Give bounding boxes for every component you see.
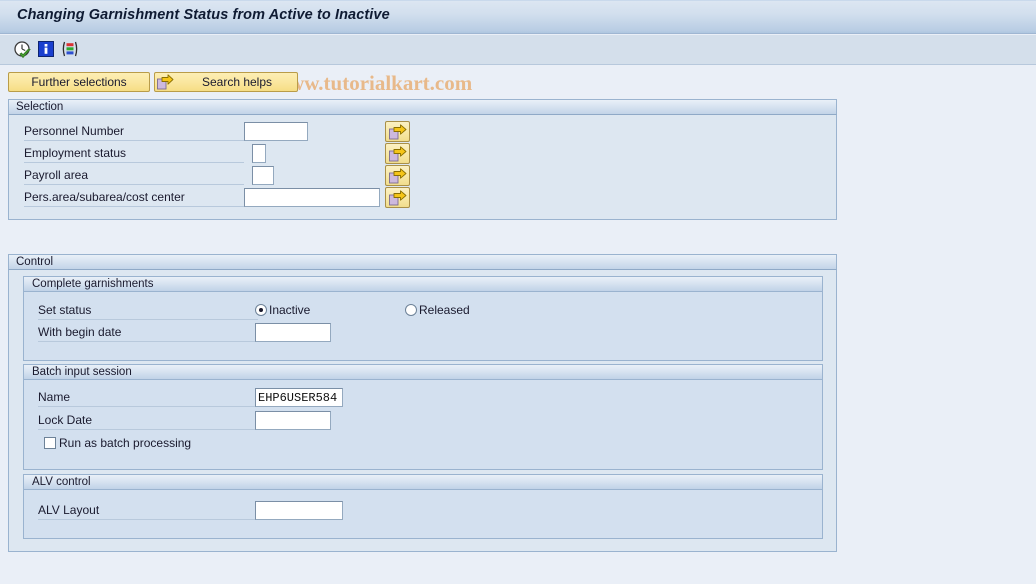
- radio-inactive-label: Inactive: [269, 303, 311, 317]
- run-as-batch-processing-box: [44, 437, 56, 449]
- batch-name-input[interactable]: [255, 388, 343, 407]
- employment-status-multi-select-button[interactable]: [385, 143, 410, 164]
- payroll-area-multi-select-button[interactable]: [385, 165, 410, 186]
- personnel-number-input[interactable]: [244, 122, 308, 141]
- search-helps-arrow-icon: [157, 74, 174, 90]
- page-title: Changing Garnishment Status from Active …: [17, 7, 390, 23]
- alv-layout-input[interactable]: [255, 501, 343, 520]
- alv-layout-label: ALV Layout: [38, 503, 258, 520]
- complete-garnishments-title: Complete garnishments: [23, 276, 823, 292]
- lock-date-input[interactable]: [255, 411, 331, 430]
- set-status-label: Set status: [38, 303, 258, 320]
- run-as-batch-processing-label: Run as batch processing: [59, 436, 192, 450]
- payroll-area-input[interactable]: [252, 166, 274, 185]
- personnel-number-label: Personnel Number: [24, 124, 244, 141]
- alv-control-group: ALV control ALV Layout: [23, 474, 823, 539]
- radio-released-dot: [405, 304, 417, 316]
- pers-area-subarea-cost-center-label: Pers.area/subarea/cost center: [24, 190, 244, 207]
- title-bar: Changing Garnishment Status from Active …: [0, 0, 1036, 34]
- radio-inactive[interactable]: Inactive: [255, 303, 310, 317]
- batch-input-session-group: Batch input session Name Lock Date Run a…: [23, 364, 823, 470]
- layout-list-icon[interactable]: [60, 40, 80, 60]
- personnel-number-multi-select-button[interactable]: [385, 121, 410, 142]
- radio-inactive-dot: [255, 304, 267, 316]
- selection-panel: Selection Personnel Number Employment st…: [8, 99, 837, 220]
- employment-status-label: Employment status: [24, 146, 244, 163]
- execute-clock-icon[interactable]: [13, 40, 33, 60]
- run-as-batch-processing-checkbox[interactable]: Run as batch processing: [44, 436, 191, 450]
- with-begin-date-input[interactable]: [255, 323, 331, 342]
- employment-status-input[interactable]: [252, 144, 266, 163]
- pers-area-subarea-cost-center-input[interactable]: [244, 188, 380, 207]
- control-panel-title: Control: [8, 254, 837, 270]
- icon-toolbar: © www.tutorialkart.com: [0, 35, 1036, 95]
- alv-control-title: ALV control: [23, 474, 823, 490]
- lock-date-label: Lock Date: [38, 413, 258, 430]
- sap-selection-screen: Changing Garnishment Status from Active …: [0, 0, 1036, 584]
- with-begin-date-label: With begin date: [38, 325, 258, 342]
- batch-name-label: Name: [38, 390, 258, 407]
- batch-input-session-title: Batch input session: [23, 364, 823, 380]
- info-icon[interactable]: [37, 40, 57, 60]
- selection-panel-title: Selection: [8, 99, 837, 115]
- radio-released-label: Released: [419, 303, 470, 317]
- payroll-area-label: Payroll area: [24, 168, 244, 185]
- complete-garnishments-group: Complete garnishments Set status Inactiv…: [23, 276, 823, 361]
- search-helps-button[interactable]: Search helps: [154, 72, 298, 92]
- pers-area-subarea-cost-center-multi-select-button[interactable]: [385, 187, 410, 208]
- control-panel: Control Complete garnishments Set status…: [8, 254, 837, 552]
- further-selections-button[interactable]: Further selections: [8, 72, 150, 92]
- radio-released[interactable]: Released: [405, 303, 470, 317]
